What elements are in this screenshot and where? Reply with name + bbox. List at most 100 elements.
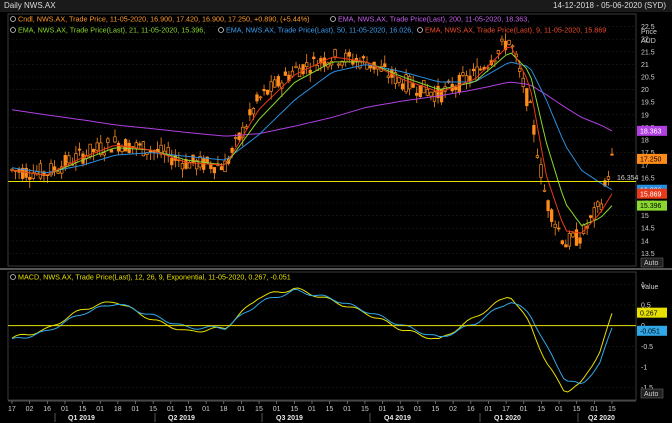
candle-body — [386, 75, 390, 78]
candle-body — [308, 69, 312, 74]
price-tick-label: 14 — [641, 238, 649, 245]
candle-body — [518, 67, 522, 72]
macd-auto-label: Auto — [644, 391, 659, 398]
candle-body — [209, 164, 213, 169]
x-tick-label: 01 — [414, 406, 422, 413]
candle-body — [361, 56, 366, 59]
chart-canvas[interactable]: 16.354 Cndl, NWS.AX, Trade Price, 11-05-… — [0, 12, 672, 423]
candle-body — [134, 142, 138, 149]
x-tick-label: 01 — [132, 406, 140, 413]
candle-body — [258, 96, 263, 99]
price-tick-label: 21 — [641, 62, 649, 69]
candle-body — [312, 56, 316, 60]
candle-body — [265, 89, 270, 95]
x-tick-label: 15 — [361, 406, 369, 413]
candle-body — [549, 209, 554, 222]
candle-body — [546, 200, 550, 212]
candle-body — [283, 71, 288, 76]
x-tick-label: 15 — [608, 406, 616, 413]
candle-body — [532, 125, 536, 135]
candle-body — [564, 244, 568, 248]
legend-ema21: EMA, NWS.AX, Trade Price(Last), 21, 11-0… — [18, 26, 205, 35]
candle-body — [368, 65, 373, 69]
candle-body — [507, 39, 511, 45]
candle-body — [336, 63, 341, 66]
macd-auto-button[interactable]: Auto — [640, 388, 664, 399]
price-tick-label: 22.5 — [641, 24, 655, 31]
x-tick-label: 15 — [326, 406, 334, 413]
chart-title: Daily NWS.AX — [4, 1, 56, 10]
x-tick-label: 01 — [96, 406, 104, 413]
quarter-label: Q4 2019 — [384, 415, 411, 422]
legend-ema200: EMA, NWS.AX, Trade Price(Last), 200, 11-… — [338, 15, 529, 24]
candle-body — [525, 88, 529, 107]
candle-body — [95, 142, 99, 151]
candle-body — [251, 108, 256, 115]
candle-body — [184, 159, 188, 169]
candle-body — [301, 64, 305, 75]
candle-body — [123, 139, 128, 152]
candle-body — [148, 150, 153, 153]
candle-body — [120, 146, 124, 152]
x-tick-label: 15 — [537, 406, 545, 413]
x-tick-label: 01 — [202, 406, 210, 413]
candle-body — [528, 101, 532, 104]
candle-body — [138, 143, 142, 146]
x-tick-label: 16 — [43, 406, 51, 413]
price-tick-label: 19.5 — [641, 100, 655, 107]
candle-body — [109, 149, 114, 153]
candle-body — [113, 136, 117, 143]
price-tick-label: 18 — [641, 138, 649, 145]
x-axis-ticks: 17 02 16 01 15 01 18 01 15 01 15 01 18 01 15 01 15 01 15 01… — [8, 401, 616, 413]
candle-body — [290, 70, 295, 77]
x-tick-label: 02 — [449, 406, 457, 413]
candle-body — [56, 171, 60, 174]
x-tick-label: 01 — [61, 406, 69, 413]
candle-body — [365, 62, 369, 70]
candle-body — [418, 84, 422, 98]
legend-candle: Cndl, NWS.AX, Trade Price, 11-05-2020, 1… — [18, 15, 310, 24]
candle-body — [180, 163, 185, 170]
candle-body — [347, 52, 351, 57]
badge-ema9-label: 15.869 — [640, 191, 662, 198]
candle-body — [106, 138, 110, 143]
x-tick-label: 15 — [573, 406, 581, 413]
legend-ema50: EMA, NWS.AX, Trade Price(Last), 50, 11-0… — [226, 26, 413, 35]
badge-ema21-label: 15.396 — [640, 203, 662, 210]
candle-body — [592, 207, 596, 220]
price-tick-label: 22 — [641, 37, 649, 44]
candle-body — [542, 189, 547, 192]
x-tick-label: 15 — [396, 406, 404, 413]
candle-body — [255, 94, 259, 102]
candle-body — [400, 83, 405, 90]
candle-body — [28, 176, 32, 180]
price-tick-label: 13.5 — [641, 251, 655, 258]
candle-body — [219, 166, 224, 171]
candle-body — [333, 49, 337, 58]
candle-body — [471, 68, 476, 72]
candle-body — [294, 65, 298, 68]
badge-signal-label: -0.051 — [640, 328, 660, 335]
price-auto-label: Auto — [644, 260, 659, 267]
x-tick-label: 01 — [520, 406, 528, 413]
candle-body — [461, 72, 465, 76]
x-tick-label: 01 — [343, 406, 351, 413]
price-auto-button[interactable]: Auto — [640, 257, 664, 268]
date-range: 14-12-2018 - 05-06-2020 (SYD) — [553, 1, 666, 10]
x-tick-label: 15 — [255, 406, 263, 413]
price-tick-label: 19 — [641, 112, 649, 119]
macd-panel[interactable] — [7, 271, 637, 401]
quarter-label: Q1 2019 — [68, 415, 95, 422]
x-tick-label: 01 — [237, 406, 245, 413]
candle-body — [599, 203, 603, 210]
x-tick-label: 17 — [502, 406, 510, 413]
candle-body — [170, 157, 174, 166]
price-tick-label: 14.5 — [641, 226, 655, 233]
x-tick-label: 15 — [432, 406, 440, 413]
candle-body — [496, 50, 501, 55]
quarter-label: Q3 2019 — [276, 415, 303, 422]
candle-body — [464, 75, 469, 83]
legend-macd: MACD, NWS.AX, Trade Price(Last), 12, 26,… — [18, 273, 291, 282]
candle-body — [557, 227, 561, 230]
candle-body — [63, 155, 67, 167]
